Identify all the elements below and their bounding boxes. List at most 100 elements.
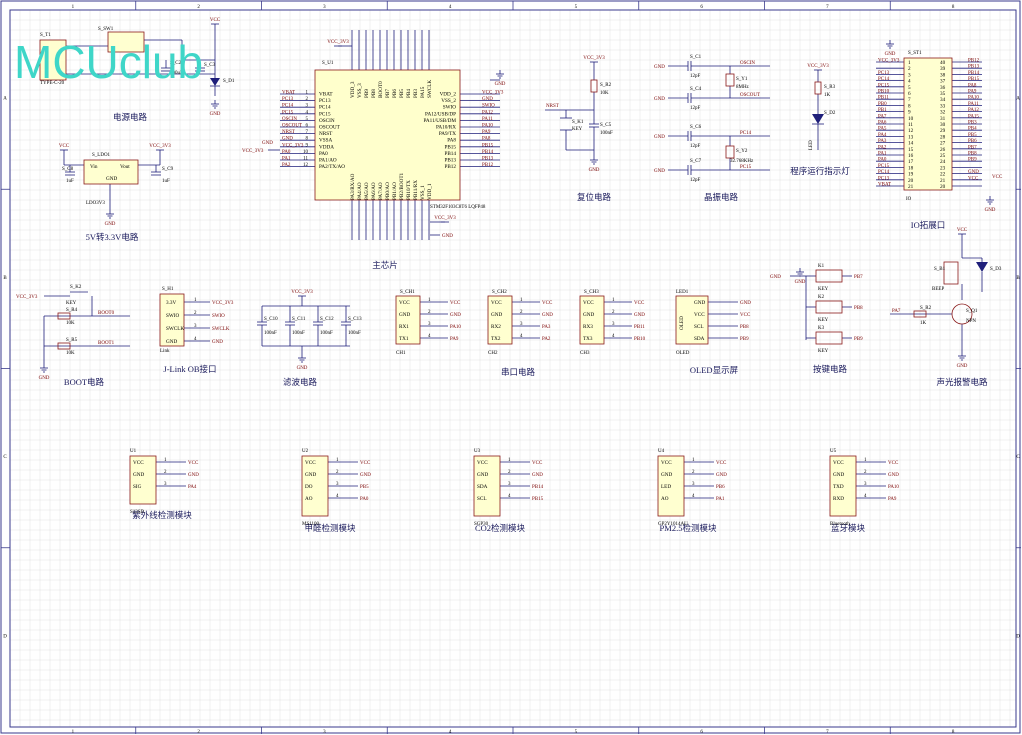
mcu-top-pin: PA15 bbox=[420, 86, 426, 98]
uart-net: VCC bbox=[634, 301, 645, 306]
uart-net: VCC bbox=[542, 301, 553, 306]
mcu-left-pin: VSSA bbox=[319, 138, 333, 144]
caption-reset: 复位电路 bbox=[577, 192, 612, 202]
row-marker-right: D bbox=[1016, 634, 1020, 639]
module-pin: SDA bbox=[477, 484, 488, 490]
io-left-num: 12 bbox=[908, 128, 914, 134]
mcu-left-pin: NRST bbox=[319, 131, 333, 137]
mcu-right-pin: PA11/USB/DM bbox=[424, 118, 457, 124]
mcu-left-net: PA2 bbox=[282, 163, 291, 168]
caption-boot: BOOT电路 bbox=[64, 377, 105, 387]
jlink-net: VCC_3V3 bbox=[212, 301, 234, 306]
io-left-num: 18 bbox=[908, 165, 914, 171]
uart-pin: GND bbox=[491, 312, 502, 318]
io-right-num: 34 bbox=[940, 97, 946, 103]
io-left-net: PA3 bbox=[878, 139, 887, 144]
mcu-left-pin: OSCOUT bbox=[319, 125, 341, 131]
module-pin: VCC bbox=[661, 460, 672, 466]
c7-val: 12pF bbox=[690, 178, 701, 183]
io-left-net: PB0 bbox=[878, 102, 887, 107]
mcu-left-net: PC14 bbox=[282, 104, 294, 109]
mcu-right-pin: VDD_2 bbox=[440, 92, 457, 98]
jlink-pin: SWIO bbox=[166, 313, 180, 319]
io-right-num: 23 bbox=[940, 165, 946, 171]
uart-bottom: CH1 bbox=[396, 351, 406, 356]
d1-ref: S_D1 bbox=[223, 79, 235, 84]
io-right-num: 30 bbox=[940, 122, 946, 128]
io-left-num: 13 bbox=[908, 134, 914, 140]
io-right-net: PB6 bbox=[968, 139, 977, 144]
oled-pin: GND bbox=[694, 300, 705, 306]
io-right-net: PA15 bbox=[968, 114, 979, 119]
module-net: PA0 bbox=[360, 497, 369, 502]
mcu-bottom-pin: VDD_1 bbox=[427, 183, 433, 200]
mcu-top-gnd: GND bbox=[495, 82, 506, 87]
mcu-right-pin: PA8 bbox=[447, 138, 456, 144]
mcu-left-pin: PA2/TX/AO bbox=[319, 164, 345, 170]
io-left-net: PC13 bbox=[878, 176, 890, 181]
c3-ref: S_C3 bbox=[204, 63, 216, 68]
filter-cap-ref: S_C11 bbox=[292, 317, 306, 322]
io-left-net: VCC_3V3 bbox=[878, 59, 900, 64]
module-pin: LED bbox=[661, 484, 671, 490]
io-right-num: 38 bbox=[940, 72, 946, 78]
mcu-left-net: PA1 bbox=[282, 157, 291, 162]
crystal-gnd: GND bbox=[654, 169, 665, 174]
io-left-net: VBAT bbox=[878, 183, 891, 188]
mcu-right-pin: PB14 bbox=[444, 151, 456, 157]
caption-mcu: 主芯片 bbox=[372, 260, 398, 270]
module-net: PA4 bbox=[188, 485, 197, 490]
mcu-bot-vcc33: VCC_3V3 bbox=[434, 216, 456, 221]
module-ref: U5 bbox=[830, 449, 837, 454]
alarm-r-val: 1K bbox=[920, 321, 927, 326]
uart-pin: VCC bbox=[399, 300, 410, 306]
boot1-net: BOOT1 bbox=[98, 341, 115, 346]
key-net: PB7 bbox=[854, 275, 863, 280]
io-right-num: 40 bbox=[940, 60, 946, 66]
uart-pin: TX3 bbox=[583, 336, 593, 342]
mcu-right-pin: SWIO bbox=[443, 105, 457, 111]
mcu-right-net: PB13 bbox=[482, 157, 494, 162]
reset-nrst: NRST bbox=[546, 104, 559, 109]
io-right-num: 28 bbox=[940, 134, 946, 140]
io-right-num: 31 bbox=[940, 116, 946, 122]
io-right-net: PB5 bbox=[968, 133, 977, 138]
logo-watermark: MCUclub bbox=[14, 36, 203, 88]
schematic-sheet: 1122334455667788A AB BC CD D电源电路5V转3.3V电路主芯片… bbox=[0, 0, 1021, 735]
y2-ref: S_Y2 bbox=[736, 149, 748, 154]
ldo-ref: S_LDO1 bbox=[92, 153, 111, 158]
switch-ref: S_SW1 bbox=[98, 27, 114, 32]
module-ref: U2 bbox=[302, 449, 309, 454]
io-left-net: PC13 bbox=[878, 71, 890, 76]
io-left-num: 2 bbox=[908, 66, 911, 72]
module-pin: SCL bbox=[477, 496, 487, 502]
mcu-top-vcc33: VCC_3V3 bbox=[327, 40, 349, 45]
filter-gnd: GND bbox=[297, 366, 308, 371]
caption-ldo: 5V转3.3V电路 bbox=[86, 232, 139, 242]
r4-ref: S_R4 bbox=[66, 308, 78, 313]
crystal-gnd: GND bbox=[654, 97, 665, 102]
c5-val: 100nF bbox=[600, 131, 613, 136]
mcu-left-pin: PA1/AO bbox=[319, 158, 337, 164]
oled-pin: VCC bbox=[694, 312, 705, 318]
row-marker-left: C bbox=[3, 455, 7, 460]
mcu-right-net: VCC_3V3 bbox=[482, 91, 504, 96]
power-vcc: VCC bbox=[210, 18, 221, 23]
q1-val: NPN bbox=[966, 319, 976, 324]
uart-bottom: CH2 bbox=[488, 351, 498, 356]
module-pin: GND bbox=[305, 472, 316, 478]
crystal-oscout: OSCOUT bbox=[740, 93, 760, 98]
c8-ref: S_C8 bbox=[62, 167, 74, 172]
module-net: VCC bbox=[532, 461, 543, 466]
io-right-net: PA8 bbox=[968, 83, 977, 88]
jlink-bottom: Link bbox=[160, 349, 170, 354]
run-led bbox=[812, 114, 824, 124]
uart-net: PA9 bbox=[450, 337, 459, 342]
buzzer-body bbox=[943, 261, 959, 285]
mcu-right-net: SWIO bbox=[482, 104, 495, 109]
mcu-right-net: PA9 bbox=[482, 130, 491, 135]
col-marker-top: 2 bbox=[197, 5, 200, 10]
module-net: GND bbox=[716, 473, 727, 478]
mcu-left-gnd: GND bbox=[262, 141, 273, 146]
mcu-bot-gnd: GND bbox=[442, 234, 453, 239]
